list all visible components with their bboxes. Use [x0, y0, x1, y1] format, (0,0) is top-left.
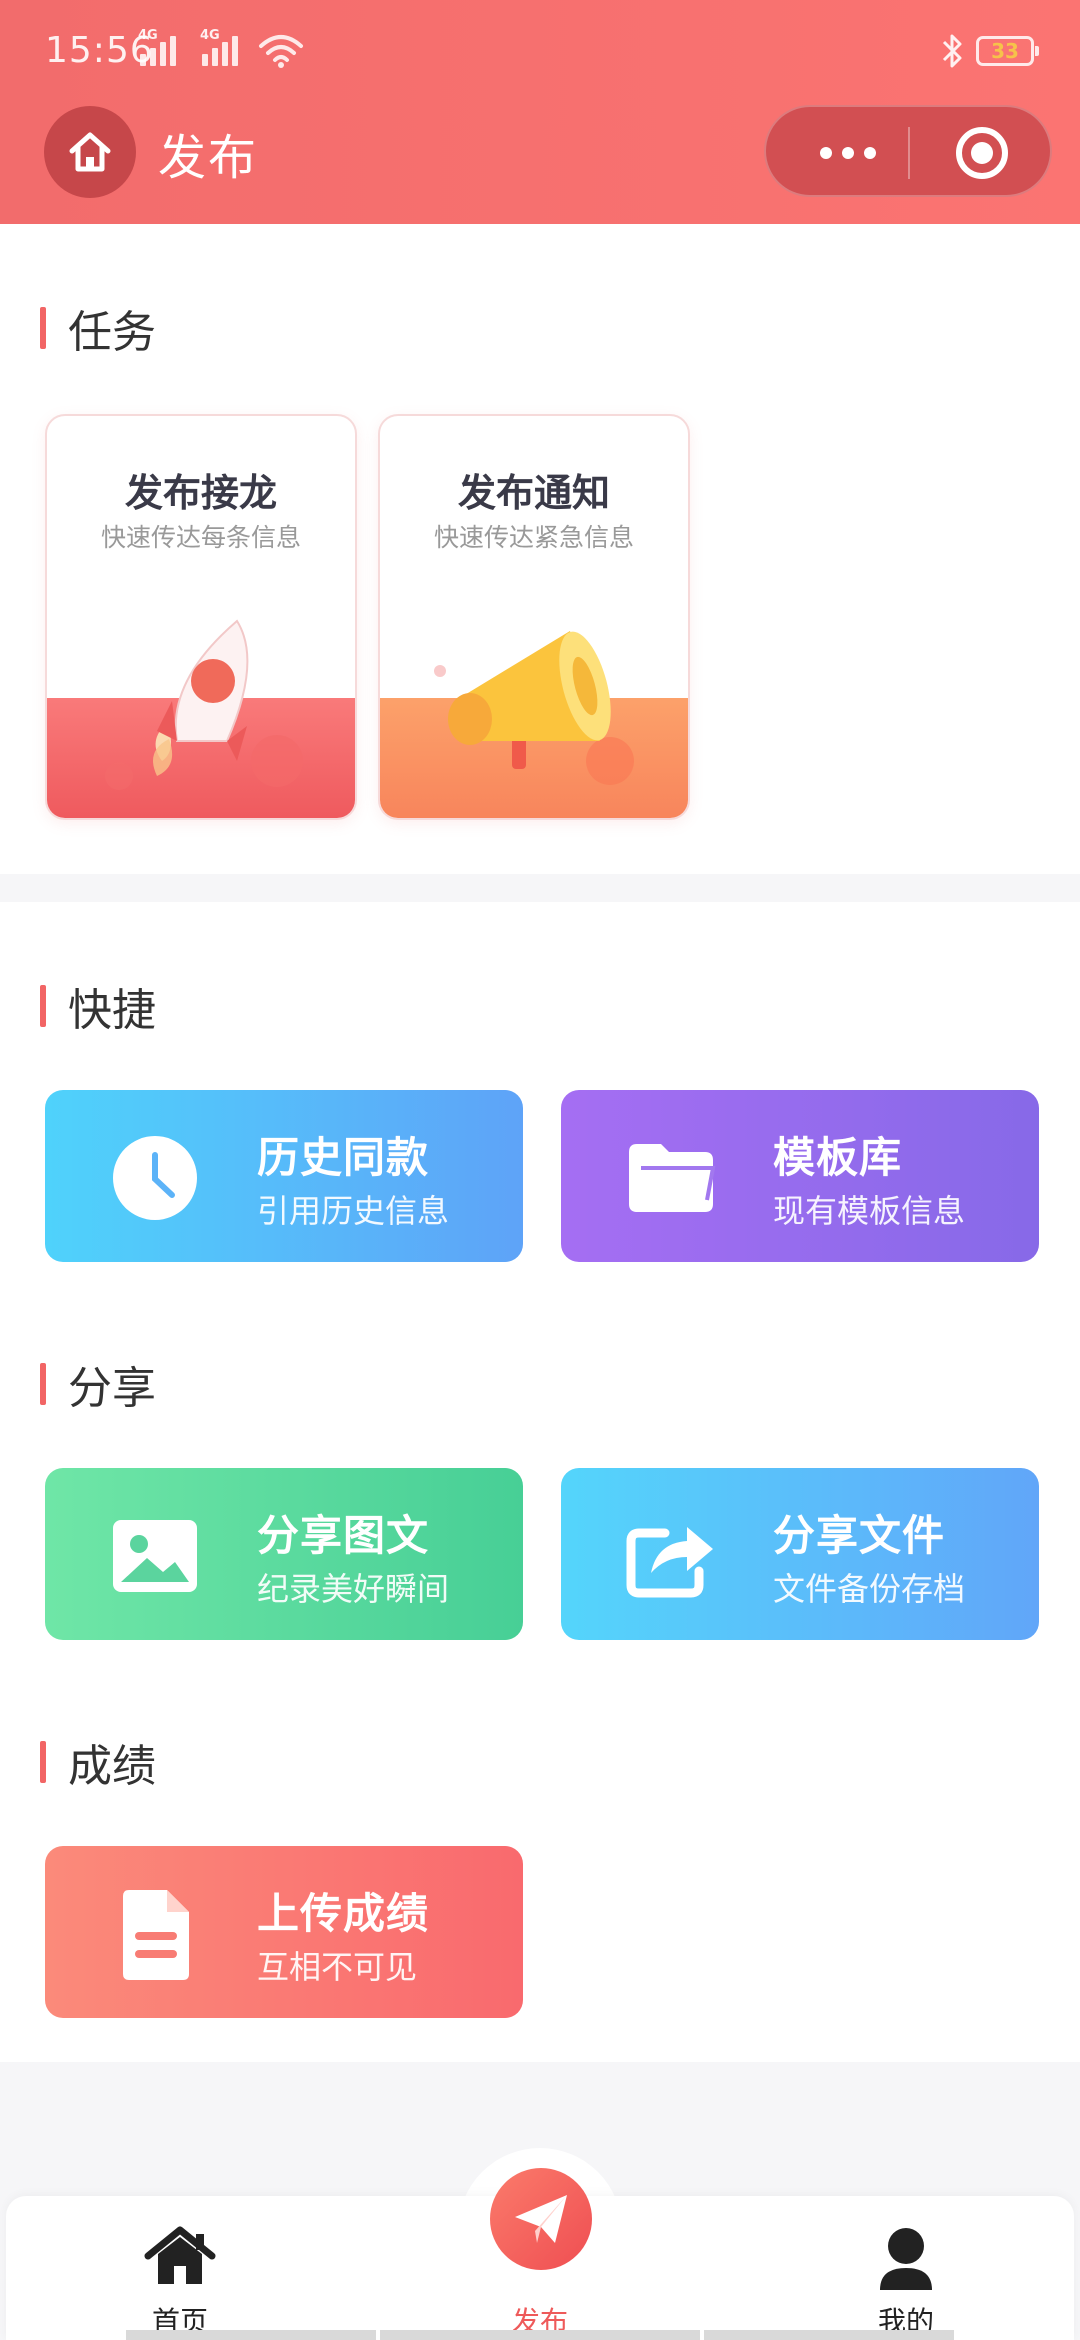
status-bar: 15:56 4G 4G 33 — [0, 0, 1080, 100]
page-title: 发布 — [158, 130, 259, 186]
card-title: 分享文件 — [773, 1511, 946, 1560]
megaphone-icon — [434, 631, 634, 785]
card-title: 分享图文 — [257, 1511, 430, 1560]
share-image-text-card[interactable]: 分享图文 纪录美好瞬间 — [45, 1468, 523, 1640]
card-subtitle: 文件备份存档 — [773, 1570, 966, 1608]
user-icon — [880, 2228, 932, 2290]
section-header-score: 成绩 — [40, 1730, 156, 1794]
template-library-card[interactable]: 模板库 现有模板信息 — [561, 1090, 1039, 1262]
capsule-divider — [908, 127, 910, 179]
card-title: 模板库 — [773, 1133, 903, 1182]
card-title: 历史同款 — [257, 1133, 430, 1182]
battery-icon: 33 — [976, 36, 1039, 66]
close-mini-program-icon[interactable] — [956, 127, 1008, 179]
tab-mine[interactable]: 我的 — [806, 2196, 1006, 2340]
network-type-label-2: 4G — [200, 28, 220, 43]
card-subtitle: 快速传达每条信息 — [100, 523, 301, 552]
clock-icon — [107, 1130, 203, 1226]
section-accent-bar — [40, 985, 46, 1027]
section-title: 成绩 — [68, 1741, 156, 1792]
signal-icon-2: 4G — [200, 28, 238, 66]
card-subtitle: 引用历史信息 — [257, 1192, 450, 1230]
section-header-share: 分享 — [40, 1352, 156, 1416]
wifi-icon — [259, 35, 303, 68]
folder-icon — [623, 1130, 719, 1226]
network-type-label: 4G — [138, 28, 158, 43]
home-icon — [69, 132, 111, 172]
section-accent-bar — [40, 1741, 46, 1783]
share-icon — [623, 1508, 719, 1604]
card-subtitle: 快速传达紧急信息 — [433, 523, 634, 552]
card-subtitle: 纪录美好瞬间 — [257, 1570, 450, 1608]
more-button[interactable] — [808, 129, 888, 177]
card-title: 发布通知 — [457, 471, 610, 515]
document-icon — [107, 1886, 203, 1982]
card-subtitle: 互相不可见 — [257, 1948, 418, 1986]
section-accent-bar — [40, 307, 46, 349]
home-tab-icon — [144, 2226, 216, 2284]
share-file-card[interactable]: 分享文件 文件备份存档 — [561, 1468, 1039, 1640]
dot-icon — [864, 147, 876, 159]
section-title: 快捷 — [68, 985, 156, 1036]
signal-icon: 4G — [138, 28, 176, 66]
upload-score-card[interactable]: 上传成绩 互相不可见 — [45, 1846, 523, 2018]
section-header-task: 任务 — [40, 296, 156, 360]
mini-program-capsule — [764, 105, 1052, 197]
publish-relay-card[interactable]: 发布接龙 快速传达每条信息 — [45, 414, 357, 820]
section-accent-bar — [40, 1363, 46, 1405]
section-header-quick: 快捷 — [40, 974, 156, 1038]
publish-button[interactable] — [490, 2168, 592, 2270]
section-title: 分享 — [68, 1363, 156, 1414]
card-title: 发布接龙 — [124, 471, 277, 515]
bottom-indicator — [126, 2330, 376, 2340]
tab-home[interactable]: 首页 — [80, 2196, 280, 2340]
app-header: 15:56 4G 4G 33 发布 — [0, 0, 1080, 224]
bottom-indicator — [380, 2330, 700, 2340]
section-title: 任务 — [68, 307, 156, 358]
dot-icon — [842, 147, 854, 159]
card-subtitle: 现有模板信息 — [773, 1192, 966, 1230]
rocket-icon — [105, 619, 303, 790]
history-same-card[interactable]: 历史同款 引用历史信息 — [45, 1090, 523, 1262]
publish-notice-card[interactable]: 发布通知 快速传达紧急信息 — [378, 414, 690, 820]
image-icon — [107, 1508, 203, 1604]
home-button[interactable] — [44, 106, 136, 198]
card-title: 上传成绩 — [257, 1889, 430, 1938]
bluetooth-icon — [942, 34, 962, 68]
paper-plane-icon — [515, 2195, 567, 2243]
dot-icon — [820, 147, 832, 159]
bottom-indicator — [704, 2330, 954, 2340]
